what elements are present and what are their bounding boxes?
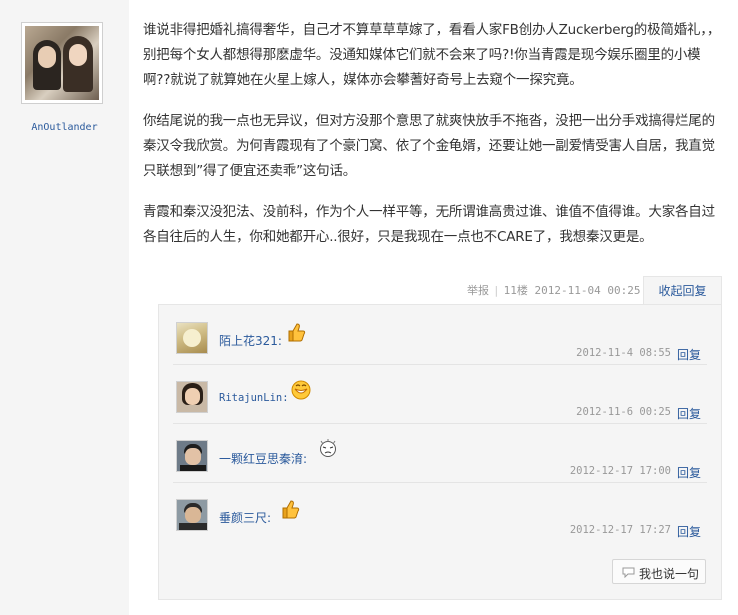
collapse-replies-button[interactable]: 收起回复 [643, 276, 722, 304]
avatar-photo [25, 26, 99, 100]
reply-link[interactable]: 回复 [677, 405, 701, 422]
smiley-icon [291, 380, 311, 400]
reply-date: 2012-11-4 08:55 [576, 347, 671, 359]
post-timestamp: 2012-11-04 00:25 [534, 284, 641, 297]
post-paragraph: 你结尾说的我一点也无异议，但对方没那个意思了就爽快放手不拖沓，没把一出分手戏搞得… [143, 113, 715, 179]
reply-avatar[interactable] [176, 381, 208, 413]
reply-list: 陌上花321: 2012-11-4 08:55 回复 RitajunLin: 2… [158, 304, 722, 600]
report-link[interactable]: 举报 [467, 284, 489, 297]
reply-avatar[interactable] [176, 322, 208, 354]
reply-username[interactable]: 垂颜三尺: [219, 509, 271, 526]
reply-item: 陌上花321: 2012-11-4 08:55 回复 [173, 305, 707, 365]
post-content: 谁说非得把婚礼搞得奢华，自己才不算草草草嫁了，看看人家FB创办人Zuckerbe… [143, 18, 723, 266]
floor-number: 11楼 [503, 284, 528, 297]
reply-item: 一颗红豆思秦淯: 2012-12-17 17:00 回复 [173, 423, 707, 483]
reply-date: 2012-11-6 00:25 [576, 406, 671, 418]
reply-avatar[interactable] [176, 440, 208, 472]
reply-username[interactable]: 陌上花321: [219, 332, 282, 349]
reply-link[interactable]: 回复 [677, 464, 701, 481]
reply-username[interactable]: 一颗红豆思秦淯: [219, 450, 307, 467]
crying-face-icon [320, 439, 336, 457]
post-paragraph: 谁说非得把婚礼搞得奢华，自己才不算草草草嫁了，看看人家FB创办人Zuckerbe… [143, 22, 721, 88]
thumbs-up-icon [288, 323, 306, 342]
speech-bubble-icon [622, 567, 635, 578]
add-comment-label: 我也说一句 [639, 567, 700, 581]
reply-link[interactable]: 回复 [677, 346, 701, 363]
reply-username[interactable]: RitajunLin: [219, 392, 289, 404]
reply-avatar[interactable] [176, 499, 208, 531]
thumbs-up-icon [282, 500, 300, 519]
reply-item: RitajunLin: 2012-11-6 00:25 回复 [173, 364, 707, 424]
author-avatar[interactable] [21, 22, 103, 104]
post-paragraph: 青霞和秦汉没犯法、没前科，作为个人一样平等，无所谓谁高贵过谁、谁值不值得谁。大家… [143, 204, 715, 245]
post-meta: 举报 | 11楼 2012-11-04 00:25 [467, 284, 641, 297]
add-comment-button[interactable]: 我也说一句 [612, 559, 706, 584]
reply-item: 垂颜三尺: 2012-12-17 17:27 回复 [173, 482, 707, 541]
author-username[interactable]: AnOutlander [0, 122, 129, 133]
reply-date: 2012-12-17 17:00 [569, 465, 671, 477]
reply-date: 2012-12-17 17:27 [569, 524, 671, 536]
reply-link[interactable]: 回复 [677, 523, 701, 540]
author-sidebar: AnOutlander [0, 0, 129, 615]
